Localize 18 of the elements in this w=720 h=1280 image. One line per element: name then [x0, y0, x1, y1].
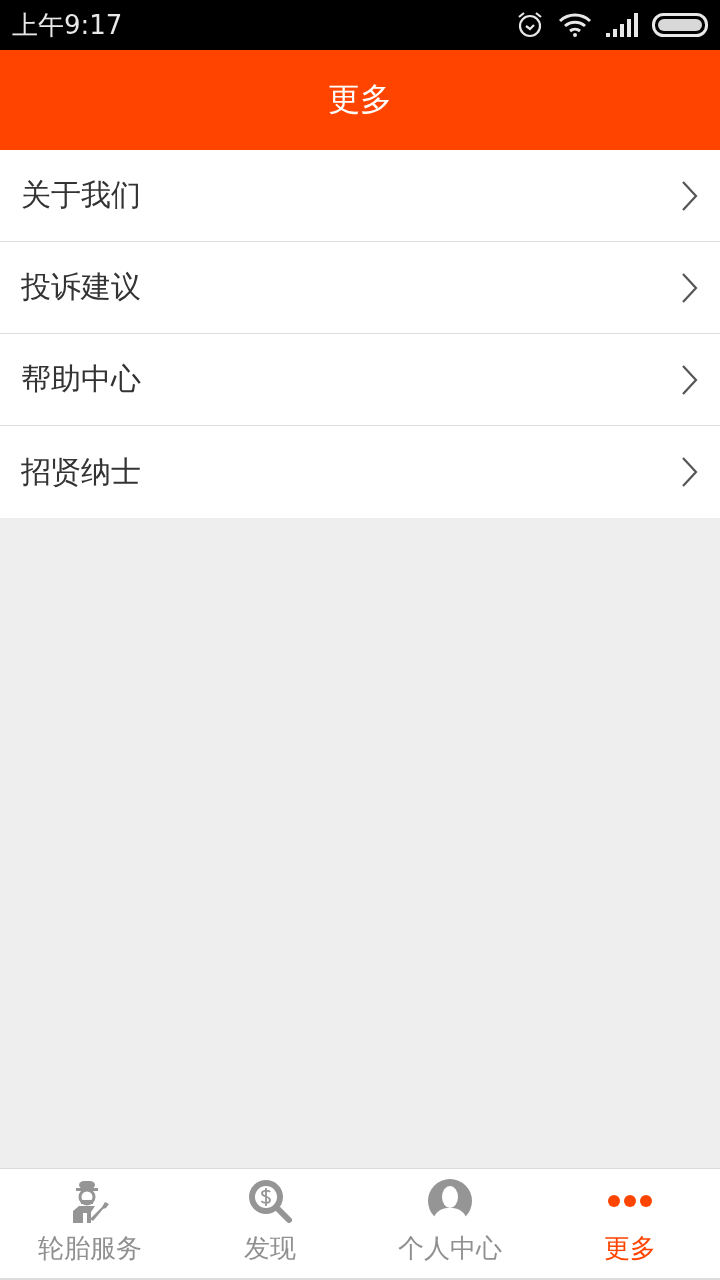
- chevron-right-icon: [682, 180, 698, 211]
- menu-item[interactable]: 招贤纳士: [0, 426, 720, 518]
- signal-icon: [606, 13, 638, 37]
- wifi-icon: [558, 12, 592, 38]
- page-title: 更多: [328, 79, 392, 120]
- battery-icon: [652, 13, 708, 37]
- menu-item[interactable]: 投诉建议: [0, 242, 720, 334]
- avatar-icon: [427, 1178, 473, 1224]
- search-money-icon: [247, 1178, 293, 1224]
- alarm-icon: [516, 11, 544, 39]
- status-time: 上午9:17: [12, 8, 124, 42]
- menu-item[interactable]: 帮助中心: [0, 334, 720, 426]
- chevron-right-icon: [682, 364, 698, 395]
- menu-item[interactable]: 关于我们: [0, 150, 720, 242]
- chevron-right-icon: [682, 272, 698, 303]
- chevron-right-icon: [682, 457, 698, 487]
- more-icon: [607, 1194, 653, 1208]
- mechanic-icon: [70, 1179, 110, 1223]
